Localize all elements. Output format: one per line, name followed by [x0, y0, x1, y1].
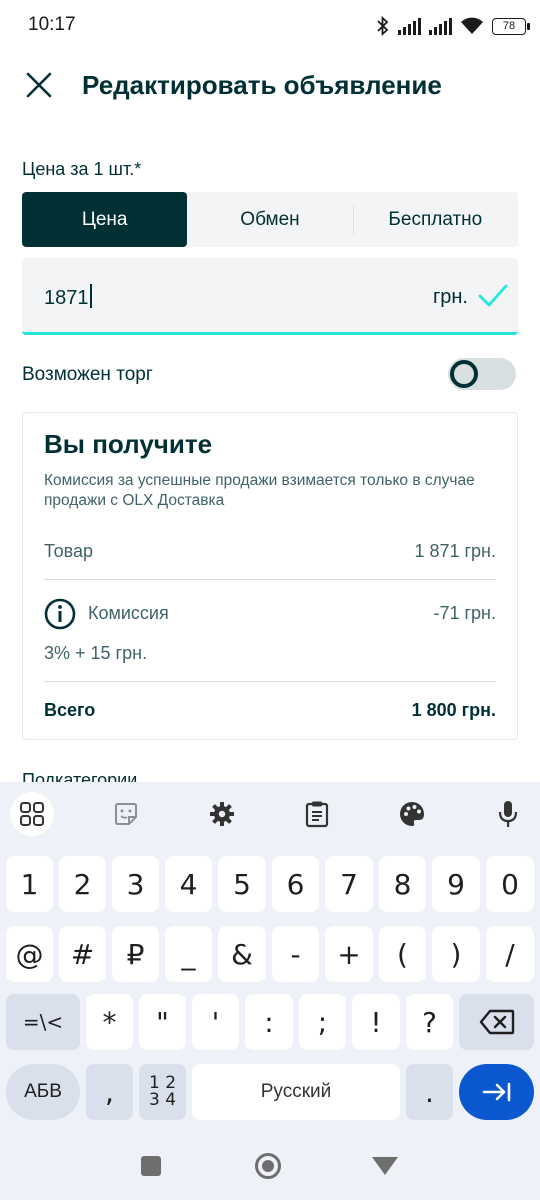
close-icon [26, 72, 52, 98]
text-caret [89, 284, 92, 308]
item-value: 1 871 грн. [414, 541, 496, 561]
total-label: Всего [44, 700, 96, 720]
numpad-bottom-label: 3 4 [148, 1090, 177, 1110]
voice-input-button[interactable] [486, 792, 530, 836]
home-button[interactable] [255, 1153, 281, 1179]
key-more-symbols[interactable]: =\< [6, 994, 80, 1050]
key-question[interactable]: ? [406, 994, 453, 1050]
tab-exchange-label: Обмен [240, 208, 300, 230]
negotiable-label: Возможен торг [22, 364, 153, 385]
divider [44, 681, 496, 682]
tab-next-icon [482, 1082, 510, 1102]
price-type-selector: Цена Обмен Бесплатно [22, 192, 518, 247]
backspace-icon [479, 1009, 514, 1035]
apps-button[interactable] [10, 792, 54, 836]
key-alphabet[interactable]: АБВ [6, 1064, 80, 1120]
key-at[interactable]: @ [6, 926, 53, 982]
keyboard: 1 2 3 4 5 6 7 8 9 0 @ # ₽ _ & - + ( ) / … [0, 782, 540, 1200]
payout-summary-card: Вы получите Комиссия за успешные продажи… [22, 412, 518, 740]
page-title: Редактировать объявление [82, 70, 442, 100]
info-icon[interactable] [44, 598, 76, 630]
fee-value: -71 грн. [433, 603, 496, 623]
divider [44, 579, 496, 580]
fee-label: Комиссия [88, 603, 169, 623]
toggle-knob [450, 360, 478, 388]
signal-icon-2 [429, 17, 452, 35]
recents-button[interactable] [141, 1156, 161, 1176]
microphone-icon [498, 801, 518, 827]
key-comma[interactable]: , [86, 1064, 133, 1120]
tab-free[interactable]: Бесплатно [352, 192, 518, 247]
key-4[interactable]: 4 [165, 856, 212, 912]
clipboard-icon [305, 801, 329, 828]
key-minus[interactable]: - [272, 926, 319, 982]
key-semicolon[interactable]: ; [299, 994, 346, 1050]
tab-exchange[interactable]: Обмен [187, 192, 352, 247]
gear-icon [210, 802, 234, 826]
key-underscore[interactable]: _ [165, 926, 212, 982]
key-asterisk[interactable]: * [86, 994, 133, 1050]
battery-icon: 78 [492, 17, 530, 35]
tab-price[interactable]: Цена [22, 192, 188, 247]
key-numpad[interactable]: 1 2 3 4 [139, 1064, 186, 1120]
currency-label: грн. [432, 286, 468, 308]
key-1[interactable]: 1 [6, 856, 53, 912]
price-label: Цена за 1 шт.* [22, 159, 142, 179]
key-open-paren[interactable]: ( [379, 926, 426, 982]
key-ampersand[interactable]: & [218, 926, 266, 982]
summary-title: Вы получите [44, 429, 213, 459]
back-button[interactable] [372, 1157, 398, 1175]
key-2[interactable]: 2 [59, 856, 106, 912]
key-period[interactable]: . [406, 1064, 453, 1120]
tab-free-label: Бесплатно [388, 208, 483, 230]
price-input[interactable]: 1871 грн. [22, 258, 518, 335]
wifi-icon [461, 17, 483, 34]
status-icons: 78 [376, 14, 530, 38]
signal-icon [398, 17, 421, 35]
negotiable-toggle[interactable] [448, 358, 516, 390]
apps-grid-icon [20, 802, 44, 826]
key-7[interactable]: 7 [325, 856, 373, 912]
enter-key[interactable] [459, 1064, 534, 1120]
key-plus[interactable]: + [325, 926, 373, 982]
item-label: Товар [44, 541, 93, 561]
summary-description: Комиссия за успешные продажи взимается т… [44, 472, 475, 509]
fee-formula: 3% + 15 грн. [44, 643, 148, 663]
close-button[interactable] [20, 66, 58, 104]
key-ruble[interactable]: ₽ [112, 926, 159, 982]
backspace-key[interactable] [459, 994, 534, 1050]
check-icon [478, 284, 508, 307]
price-input-value: 1871 [44, 284, 92, 310]
key-exclamation[interactable]: ! [352, 994, 400, 1050]
theme-button[interactable] [390, 792, 434, 836]
key-slash[interactable]: / [486, 926, 534, 982]
key-apostrophe[interactable]: ' [192, 994, 239, 1050]
settings-button[interactable] [200, 792, 244, 836]
bluetooth-icon [377, 16, 389, 36]
space-key[interactable]: Русский [192, 1064, 400, 1120]
status-time: 10:17 [28, 14, 76, 35]
palette-icon [400, 802, 424, 826]
clipboard-button[interactable] [295, 792, 339, 836]
tab-divider [352, 206, 354, 234]
key-5[interactable]: 5 [218, 856, 266, 912]
total-value: 1 800 грн. [411, 700, 496, 720]
key-9[interactable]: 9 [432, 856, 480, 912]
price-value-text: 1871 [44, 287, 89, 309]
key-3[interactable]: 3 [112, 856, 159, 912]
keyboard-toolbar [0, 782, 540, 846]
key-hash[interactable]: # [59, 926, 106, 982]
sticker-button[interactable] [104, 792, 148, 836]
status-bar: 10:17 78 [0, 0, 540, 52]
sticker-icon [115, 803, 137, 825]
key-double-quote[interactable]: " [139, 994, 186, 1050]
key-8[interactable]: 8 [379, 856, 426, 912]
key-0[interactable]: 0 [486, 856, 534, 912]
key-6[interactable]: 6 [272, 856, 319, 912]
key-close-paren[interactable]: ) [432, 926, 480, 982]
key-colon[interactable]: : [245, 994, 293, 1050]
